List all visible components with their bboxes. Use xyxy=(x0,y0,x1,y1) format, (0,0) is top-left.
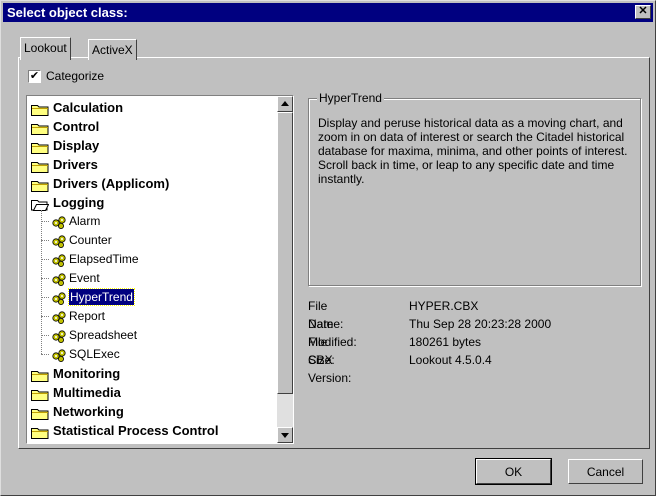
folder-icon xyxy=(31,102,49,116)
tree-item-label: Statistical Process Control xyxy=(53,423,219,438)
object-class-tree[interactable]: Calculation Control Display Drivers Drivers … xyxy=(26,95,294,444)
group-title: HyperTrend xyxy=(317,91,384,105)
tree-item-label: Drivers (Applicom) xyxy=(53,176,170,191)
tree-item-label: Drivers xyxy=(53,157,98,172)
tree-connector xyxy=(41,221,49,222)
object-class-icon xyxy=(51,253,67,267)
folder-icon xyxy=(31,178,49,192)
description-text: Display and peruse historical data as a … xyxy=(318,116,628,186)
object-class-icon xyxy=(51,272,67,286)
tree-item[interactable]: SQLExec xyxy=(27,345,275,364)
date-modified-value: Thu Sep 28 20:23:28 2000 xyxy=(409,317,552,331)
scroll-thumb[interactable] xyxy=(277,112,293,394)
folder-icon xyxy=(31,121,49,135)
object-class-icon xyxy=(51,310,67,324)
up-arrow-icon xyxy=(281,101,289,106)
tree-item[interactable]: Event xyxy=(27,269,275,288)
tree-item-label: Event xyxy=(69,271,100,285)
cbx-version-key: CBX Version: xyxy=(308,353,352,385)
tree-category[interactable]: Control xyxy=(27,117,275,136)
cancel-button[interactable]: Cancel xyxy=(568,459,643,484)
tree-item-label: Counter xyxy=(69,233,112,247)
check-icon: ✔ xyxy=(29,70,40,82)
close-icon: ✕ xyxy=(638,5,648,17)
tree-category[interactable]: Drivers (Applicom) xyxy=(27,174,275,193)
object-class-icon xyxy=(51,291,67,305)
tree-item-label: Monitoring xyxy=(53,366,121,381)
tree-connector xyxy=(41,259,49,260)
tree-connector xyxy=(41,316,49,317)
tree-category[interactable]: Logging xyxy=(27,193,275,212)
tree-item-label: Spreadsheet xyxy=(69,328,138,342)
tree-category[interactable]: Display xyxy=(27,136,275,155)
open-folder-icon xyxy=(31,197,50,211)
tree-connector xyxy=(41,354,49,355)
tree-connector xyxy=(41,210,42,354)
tab-activex[interactable]: ActiveX xyxy=(88,39,137,60)
folder-icon xyxy=(31,140,49,154)
tree-category[interactable]: Monitoring xyxy=(27,364,275,383)
tree-connector xyxy=(41,278,49,279)
tree-category[interactable]: Drivers xyxy=(27,155,275,174)
down-arrow-icon xyxy=(281,433,289,438)
title-bar[interactable]: Select object class: ✕ xyxy=(3,3,653,22)
tree-item[interactable]: HyperTrend xyxy=(27,288,275,307)
object-class-icon xyxy=(51,234,67,248)
tree-connector xyxy=(41,335,49,336)
tree-list: Calculation Control Display Drivers Drivers … xyxy=(27,98,275,440)
tree-item[interactable]: Counter xyxy=(27,231,275,250)
cbx-version-value: Lookout 4.5.0.4 xyxy=(409,353,492,367)
file-size-value: 180261 bytes xyxy=(409,335,482,349)
file-name-value: HYPER.CBX xyxy=(409,299,479,313)
tree-item-label: HyperTrend xyxy=(68,288,135,306)
tree-item-label: SQLExec xyxy=(69,347,120,361)
scroll-up-button[interactable] xyxy=(277,96,293,112)
close-button[interactable]: ✕ xyxy=(635,5,651,19)
tree-item[interactable]: Alarm xyxy=(27,212,275,231)
tree-item-label: ElapsedTime xyxy=(69,252,139,266)
folder-icon xyxy=(31,368,49,382)
tree-item-label: Control xyxy=(53,119,100,134)
tree-connector xyxy=(41,240,49,241)
tree-item-label: Display xyxy=(53,138,100,153)
categorize-label: Categorize xyxy=(46,69,105,83)
tree-item-label: Report xyxy=(69,309,106,323)
tree-connector xyxy=(41,297,49,298)
tree-item-label: Networking xyxy=(53,404,124,419)
tree-item[interactable]: Spreadsheet xyxy=(27,326,275,345)
tree-category[interactable]: Networking xyxy=(27,402,275,421)
ok-button[interactable]: OK xyxy=(475,458,552,485)
tree-category[interactable]: Calculation xyxy=(27,98,275,117)
categorize-checkbox[interactable]: ✔ xyxy=(28,70,41,83)
tree-category[interactable]: Multimedia xyxy=(27,383,275,402)
object-class-icon xyxy=(51,329,67,343)
tree-item-label: Alarm xyxy=(69,214,101,228)
tree-category[interactable]: Statistical Process Control xyxy=(27,421,275,440)
scroll-down-button[interactable] xyxy=(277,427,293,443)
folder-icon xyxy=(31,425,49,439)
window-title: Select object class: xyxy=(7,5,128,20)
folder-icon xyxy=(31,387,49,401)
tree-item-label: Calculation xyxy=(53,100,124,115)
tree-item[interactable]: ElapsedTime xyxy=(27,250,275,269)
description-group: HyperTrend Display and peruse historical… xyxy=(308,91,641,286)
object-class-icon xyxy=(51,348,67,362)
tree-item[interactable]: Report xyxy=(27,307,275,326)
folder-icon xyxy=(31,406,49,420)
object-class-icon xyxy=(51,215,67,229)
tree-scrollbar[interactable] xyxy=(277,96,293,443)
tree-item-label: Logging xyxy=(53,195,105,210)
folder-icon xyxy=(31,159,49,173)
tab-lookout[interactable]: Lookout xyxy=(20,37,71,60)
tree-item-label: Multimedia xyxy=(53,385,121,400)
